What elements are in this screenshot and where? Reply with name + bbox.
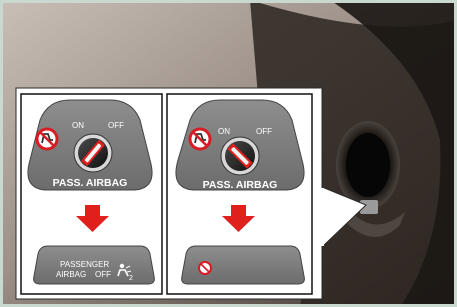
key-dial-right	[220, 136, 260, 176]
panel-left: ON OFF PASS. AIRBAG PASSENGER AIRBAG OFF…	[20, 93, 163, 295]
switch-off-label-right: OFF	[256, 127, 272, 136]
child-seat-prohibited-icon-right	[188, 127, 212, 151]
airbag-off-indicator-lamp-icon	[198, 261, 212, 275]
airbag-switch-illustration: ON OFF PASS. AIRBAG PASSENGER AIRBAG OFF…	[0, 0, 457, 307]
indicator-off-text: OFF	[95, 270, 111, 279]
switch-plate-label: PASS. AIRBAG	[53, 177, 128, 189]
key-dial-left	[73, 133, 113, 173]
indicator-passenger-text: PASSENGER	[60, 260, 109, 269]
switch-plate-label-right: PASS. AIRBAG	[203, 179, 278, 191]
seat-icon-suffix: 2	[129, 275, 133, 282]
switch-on-label: ON	[72, 121, 84, 130]
indicator-airbag-text: AIRBAG	[56, 270, 86, 279]
panel-right: ON OFF PASS. AIRBAG	[166, 93, 313, 295]
switch-off-label: OFF	[108, 121, 124, 130]
child-seat-prohibited-icon	[35, 127, 59, 151]
switch-on-label-right: ON	[218, 127, 230, 136]
